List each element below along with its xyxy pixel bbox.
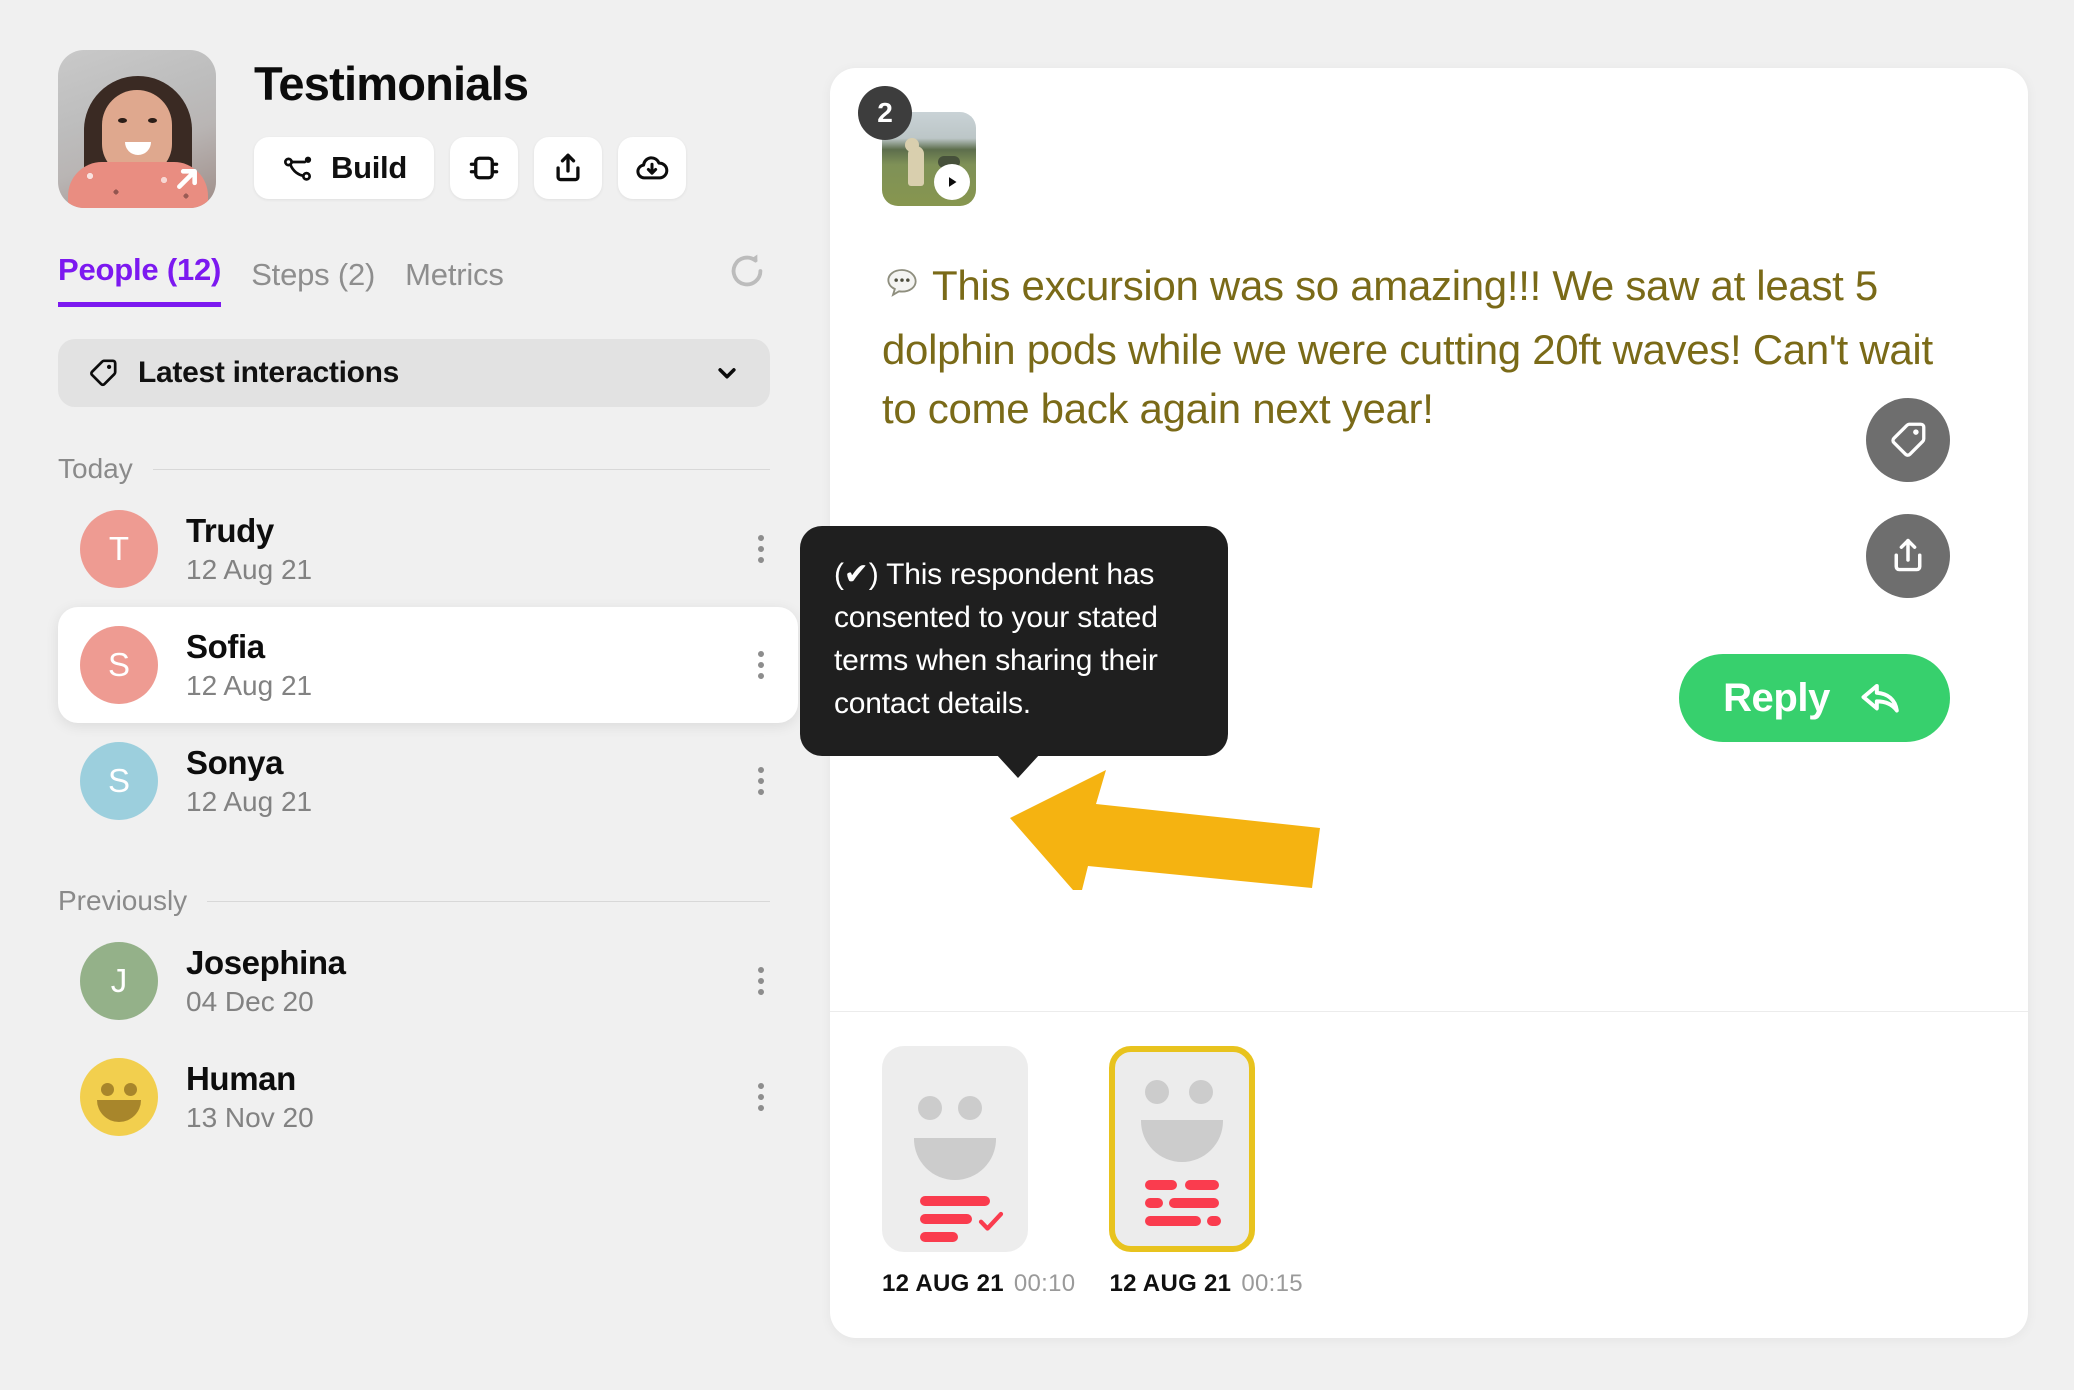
step-thumbnail[interactable] xyxy=(882,1046,1028,1252)
tooltip-text: (✔) This respondent has consented to you… xyxy=(834,558,1158,720)
person-name: Trudy xyxy=(186,512,274,549)
list-item[interactable]: T Trudy 12 Aug 21 xyxy=(58,491,798,607)
expand-arrow-icon xyxy=(177,169,197,189)
avatar-initial: T xyxy=(108,530,130,567)
person-date: 04 Dec 20 xyxy=(186,986,314,1017)
avatar-initial: S xyxy=(107,646,130,683)
sidebar-header: Testimonials Build xyxy=(58,50,830,208)
tab-steps[interactable]: Steps (2) xyxy=(251,257,375,307)
share-icon xyxy=(1894,538,1922,572)
person-date: 13 Nov 20 xyxy=(186,1102,314,1133)
list-item[interactable]: Human 13 Nov 20 xyxy=(58,1039,798,1155)
step-count-badge: 2 xyxy=(858,86,912,140)
kebab-menu-icon[interactable] xyxy=(758,967,764,995)
kebab-menu-icon[interactable] xyxy=(758,651,764,679)
embed-button[interactable] xyxy=(450,137,518,199)
cloud-download-icon xyxy=(636,156,669,180)
embed-icon xyxy=(469,156,499,180)
group-header-today: Today xyxy=(58,453,770,485)
upload-icon xyxy=(556,153,580,182)
action-column: Reply xyxy=(1679,398,1950,742)
page-title: Testimonials xyxy=(254,57,529,110)
person-name: Sonya xyxy=(186,744,284,781)
kebab-menu-icon[interactable] xyxy=(758,535,764,563)
person-name: Human xyxy=(186,1060,296,1097)
person-name: Sofia xyxy=(186,628,265,665)
speech-balloon-icon xyxy=(882,260,922,320)
divider xyxy=(207,900,770,902)
divider xyxy=(152,468,770,470)
user-avatar[interactable] xyxy=(58,50,216,208)
chevron-down-icon xyxy=(718,368,736,379)
filter-label: Latest interactions xyxy=(138,356,400,389)
share-nodes-icon xyxy=(284,156,312,181)
app-root: Testimonials Build People (12) Steps (2)… xyxy=(0,0,2074,1390)
download-button[interactable] xyxy=(618,137,686,199)
list-item[interactable]: S Sofia 12 Aug 21 xyxy=(58,607,798,723)
reply-arrow-icon xyxy=(1861,683,1899,713)
person-date: 12 Aug 21 xyxy=(186,670,313,701)
tab-people[interactable]: People (12) xyxy=(58,252,221,307)
step-time: 00:10 xyxy=(1013,1270,1076,1297)
step-strip: 12 AUG 21 00:10 12 AUG 21 00:15 xyxy=(830,1012,2028,1338)
build-label: Build xyxy=(331,150,407,185)
tabs: People (12) Steps (2) Metrics xyxy=(58,248,770,307)
step-time: 00:15 xyxy=(1241,1270,1303,1297)
smiley-avatar-icon xyxy=(80,1058,158,1136)
reply-button[interactable]: Reply xyxy=(1679,654,1950,742)
tag-icon xyxy=(90,359,117,387)
filter-dropdown[interactable]: Latest interactions xyxy=(58,339,770,407)
kebab-menu-icon[interactable] xyxy=(758,767,764,795)
refresh-button[interactable] xyxy=(724,248,770,307)
refresh-icon xyxy=(731,254,763,287)
kebab-menu-icon[interactable] xyxy=(758,1083,764,1111)
avatar-initial: S xyxy=(107,762,130,799)
share-button[interactable] xyxy=(1866,514,1950,598)
avatar-initial: J xyxy=(110,962,128,999)
avatar: S xyxy=(80,626,158,704)
person-name: Josephina xyxy=(186,944,346,981)
step-item[interactable]: 12 AUG 21 00:15 xyxy=(1109,1046,1303,1298)
step-thumbnail[interactable] xyxy=(1109,1046,1256,1252)
tag-icon xyxy=(1891,422,1926,457)
avatar: J xyxy=(80,942,158,1020)
play-icon[interactable] xyxy=(934,164,970,200)
video-thumbnail[interactable]: 2 xyxy=(858,86,976,206)
tab-metrics[interactable]: Metrics xyxy=(405,257,504,307)
step-date: 12 AUG 21 xyxy=(1109,1270,1232,1297)
list-item[interactable]: S Sonya 12 Aug 21 xyxy=(58,723,798,839)
group-label: Previously xyxy=(58,885,188,916)
sidebar: Testimonials Build People (12) Steps (2)… xyxy=(0,0,830,1390)
upload-button[interactable] xyxy=(534,137,602,199)
person-date: 12 Aug 21 xyxy=(186,786,313,817)
person-list-today: T Trudy 12 Aug 21 S Sofia 12 Aug 21 S So… xyxy=(58,491,798,839)
tag-button[interactable] xyxy=(1866,398,1950,482)
group-header-previously: Previously xyxy=(58,885,770,917)
check-icon xyxy=(978,1211,1004,1231)
toolbar: Build xyxy=(254,137,686,199)
person-list-previously: J Josephina 04 Dec 20 Human 13 Nov 20 xyxy=(58,923,798,1155)
group-label: Today xyxy=(58,453,133,484)
step-item[interactable]: 12 AUG 21 00:10 xyxy=(882,1046,1075,1298)
step-date: 12 AUG 21 xyxy=(882,1270,1004,1297)
list-item[interactable]: J Josephina 04 Dec 20 xyxy=(58,923,798,1039)
avatar: T xyxy=(80,510,158,588)
consent-tooltip: (✔) This respondent has consented to you… xyxy=(800,526,1228,778)
reply-label: Reply xyxy=(1723,675,1830,720)
build-button[interactable]: Build xyxy=(254,137,434,199)
avatar: S xyxy=(80,742,158,820)
person-date: 12 Aug 21 xyxy=(186,554,313,585)
